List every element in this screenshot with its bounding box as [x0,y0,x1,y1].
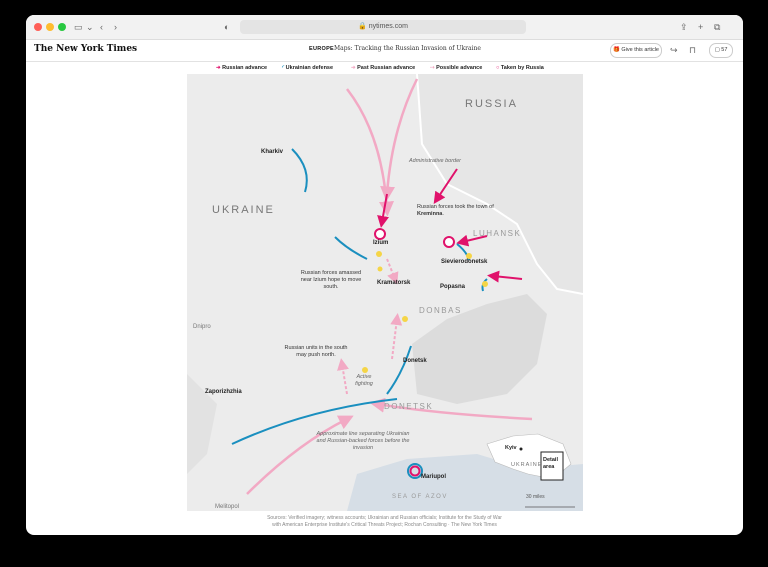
russian-advance-arrow [487,270,523,283]
possible-advance-arrow [386,258,399,285]
share-icon[interactable]: ⇪ [680,21,688,33]
forward-icon[interactable]: › [114,21,117,33]
back-icon[interactable]: ‹ [100,21,103,33]
page-title: Maps: Tracking the Russian Invasion of U… [334,45,481,52]
gift-article-button[interactable]: 🎁 Give this article [610,43,662,58]
locator-inset: Kyiv UKRAINE Detail area 30 miles [483,414,583,511]
ukrainian-defense-line [291,148,308,193]
city-kharkiv: Kharkiv [261,149,284,155]
fighting-marker [482,281,488,287]
bookmark-icon[interactable]: ⊓ [689,44,696,56]
city-zaporizhzhia: Zaporizhzhia [205,389,242,395]
city-dnipro: Dnipro [193,324,211,330]
region-label-donetsk: DONETSK [384,402,434,411]
lock-icon: 🔒 [358,23,369,30]
kreminna-note: Russian forces took the town of Kreminna… [417,204,494,217]
minimize-window-button[interactable] [46,23,54,31]
legend-ukrainian-defense: ◜ Ukrainian defense [282,65,334,71]
map-legend: ➜ Russian advance ◜ Ukrainian defense ➜ … [26,61,743,75]
country-label-ukraine: UKRAINE [212,204,275,216]
arrow-icon: ➜ [216,65,221,71]
past-advance-arrow [346,88,394,217]
ukrainian-defense-line [334,236,368,260]
legend-russian-advance: ➜ Russian advance [216,65,268,71]
legend-possible-advance: ⇢ Possible advance [430,65,483,71]
country-label-russia: RUSSIA [465,98,518,110]
legend-taken-by-russia: ○ Taken by Russia [496,65,544,71]
admin-border-note: Administrative border [409,158,461,164]
sidebar-icon[interactable]: ▭ [74,21,83,33]
city-izium: Izium [373,240,389,246]
izium-forces-note: Russian forces amassed near Izium hope t… [300,270,362,290]
region-label-luhansk: LUHANSK [473,229,522,238]
arc-icon: ◜ [282,65,285,71]
nyt-logo[interactable]: The New York Times [34,44,137,54]
browser-toolbar: ▭ ⌄ ‹ › ◐ 🔒 nytimes.com ⇪ + ⧉ [26,15,743,40]
address-bar[interactable]: 🔒 nytimes.com [240,20,526,34]
legend-past-advance: ➜ Past Russian advance [351,65,416,71]
ukrainian-defense-line [386,345,412,395]
privacy-shield-icon[interactable]: ◐ [224,21,229,33]
south-units-note: Russian units in the south may push nort… [284,345,348,358]
scale-label: 30 miles [526,494,545,500]
active-fighting-note: Active fighting [355,374,373,387]
inset-country-label: UKRAINE [511,462,543,468]
sea-label: SEA OF AZOV [392,494,448,500]
possible-advance-arrow [390,313,403,360]
fighting-marker [376,251,382,257]
map-canvas: RUSSIA UKRAINE LUHANSK DONBAS DONETSK SE… [187,74,583,511]
chevron-down-icon[interactable]: ⌄ [86,21,94,33]
city-popasna: Popasna [440,284,466,290]
tabs-overview-icon[interactable]: ⧉ [714,21,720,33]
kyiv-marker [519,447,523,451]
fighting-marker [377,266,383,272]
close-window-button[interactable] [34,23,42,31]
zoom-window-button[interactable] [58,23,66,31]
taken-marker [374,228,386,240]
dashed-arrow-icon: ⇢ [430,65,435,71]
city-donetsk: Donetsk [403,358,427,364]
city-kramatorsk: Kramatorsk [377,280,411,286]
url-text: nytimes.com [368,23,408,30]
fighting-marker [402,316,408,322]
share-arrow-icon[interactable]: ↪ [670,44,678,56]
region-label-donbas: DONBAS [419,306,462,315]
browser-window: ▭ ⌄ ‹ › ◐ 🔒 nytimes.com ⇪ + ⧉ The New Yo… [26,15,743,535]
line-note: Approximate line separating Ukrainian an… [316,431,410,451]
taken-marker [443,236,455,248]
fighting-marker [362,367,368,373]
detail-area-label: Detail area [543,457,558,470]
comments-button[interactable]: ▢ 57 [709,43,733,58]
article-header: The New York Times EUROPE Maps: Tracking… [26,39,743,62]
new-tab-icon[interactable]: + [698,21,703,33]
inset-city-kyiv: Kyiv [505,445,517,451]
ring-icon: ○ [496,65,500,71]
arrow-icon: ➜ [351,65,356,71]
city-mariupol: Mariupol [421,474,446,480]
city-sievierodonetsk: Sievierodonetsk [441,259,488,265]
section-label[interactable]: EUROPE [309,46,334,52]
city-melitopol: Melitopol [215,504,240,510]
past-advance-arrow [380,78,419,202]
sources-credit: Sources: Verified imagery; witness accou… [267,515,502,528]
